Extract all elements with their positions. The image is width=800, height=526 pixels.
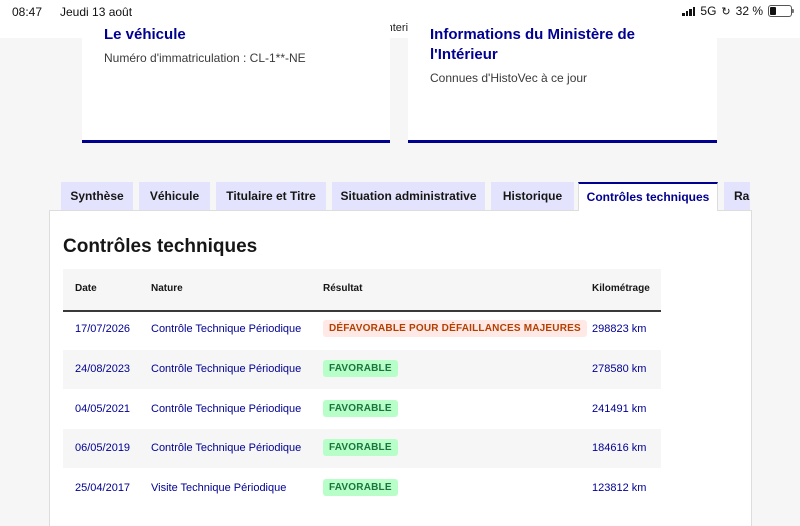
table-row: 25/04/2017 Visite Technique Périodique F… bbox=[63, 469, 661, 508]
clock: 08:47 bbox=[12, 5, 43, 19]
tab-list: Synthèse Véhicule Titulaire et Titre Sit… bbox=[61, 182, 750, 211]
row-date: 25/04/2017 bbox=[75, 482, 131, 494]
network-label: 5G bbox=[700, 4, 717, 18]
tab-historique[interactable]: Historique bbox=[491, 182, 574, 210]
section-title: Contrôles techniques bbox=[63, 236, 258, 257]
signal-icon bbox=[682, 6, 696, 16]
lock-rotation-icon: ↻ bbox=[721, 5, 731, 18]
tab-vehicule[interactable]: Véhicule bbox=[139, 182, 210, 210]
row-nature: Visite Technique Périodique bbox=[151, 482, 287, 494]
row-km: 241491 km bbox=[592, 403, 647, 415]
column-resultat: Résultat bbox=[323, 283, 363, 294]
table-header: Date Nature Résultat Kilométrage bbox=[63, 269, 661, 312]
battery-label: 32 % bbox=[735, 4, 763, 18]
battery-icon bbox=[768, 5, 794, 17]
table-row: 06/05/2019 Contrôle Technique Périodique… bbox=[63, 429, 661, 468]
battery-fill bbox=[770, 7, 776, 15]
ministry-card-title-line1[interactable]: Informations du Ministère de bbox=[430, 24, 635, 45]
result-badge-unfavorable: DÉFAVORABLE POUR DÉFAILLANCES MAJEURES bbox=[323, 320, 587, 337]
row-date: 17/07/2026 bbox=[75, 323, 131, 335]
ministry-card-title-line2[interactable]: l'Intérieur bbox=[430, 44, 498, 65]
row-km: 184616 km bbox=[592, 442, 647, 454]
row-date: 06/05/2019 bbox=[75, 442, 131, 454]
tab-synthese[interactable]: Synthèse bbox=[61, 182, 133, 210]
ministry-card[interactable]: Informations du Ministère de l'Intérieur… bbox=[408, 20, 717, 143]
column-nature: Nature bbox=[151, 283, 183, 294]
tab-titulaire-titre[interactable]: Titulaire et Titre bbox=[216, 182, 326, 210]
vehicle-card-title[interactable]: Le véhicule bbox=[104, 24, 186, 45]
table-row: 04/05/2021 Contrôle Technique Périodique… bbox=[63, 390, 661, 429]
row-date: 24/08/2023 bbox=[75, 363, 131, 375]
row-km: 123812 km bbox=[592, 482, 647, 494]
row-km: 278580 km bbox=[592, 363, 647, 375]
tab-controles-techniques[interactable]: Contrôles techniques bbox=[578, 182, 718, 211]
table-row: 24/08/2023 Contrôle Technique Périodique… bbox=[63, 350, 661, 389]
column-date: Date bbox=[75, 283, 97, 294]
result-badge-favorable: FAVORABLE bbox=[323, 360, 398, 377]
row-nature: Contrôle Technique Périodique bbox=[151, 363, 302, 375]
registration-number: Numéro d'immatriculation : CL-1**-NE bbox=[104, 51, 306, 65]
result-badge-favorable: FAVORABLE bbox=[323, 479, 398, 496]
ministry-card-text: Connues d'HistoVec à ce jour bbox=[430, 71, 588, 85]
table-row: 17/07/2026 Contrôle Technique Périodique… bbox=[63, 310, 661, 349]
status-indicators: 5G ↻ 32 % bbox=[682, 4, 794, 18]
result-badge-favorable: FAVORABLE bbox=[323, 439, 398, 456]
tab-rapport[interactable]: Rapport bbox=[724, 182, 750, 210]
vehicle-card[interactable]: Le véhicule Numéro d'immatriculation : C… bbox=[82, 20, 390, 143]
column-kilometrage: Kilométrage bbox=[592, 283, 650, 294]
row-date: 04/05/2021 bbox=[75, 403, 131, 415]
tab-situation-administrative[interactable]: Situation administrative bbox=[332, 182, 485, 210]
row-nature: Contrôle Technique Périodique bbox=[151, 323, 302, 335]
result-badge-favorable: FAVORABLE bbox=[323, 400, 398, 417]
date: Jeudi 13 août bbox=[60, 5, 133, 19]
row-nature: Contrôle Technique Périodique bbox=[151, 442, 302, 454]
row-nature: Contrôle Technique Périodique bbox=[151, 403, 302, 415]
row-km: 298823 km bbox=[592, 323, 647, 335]
